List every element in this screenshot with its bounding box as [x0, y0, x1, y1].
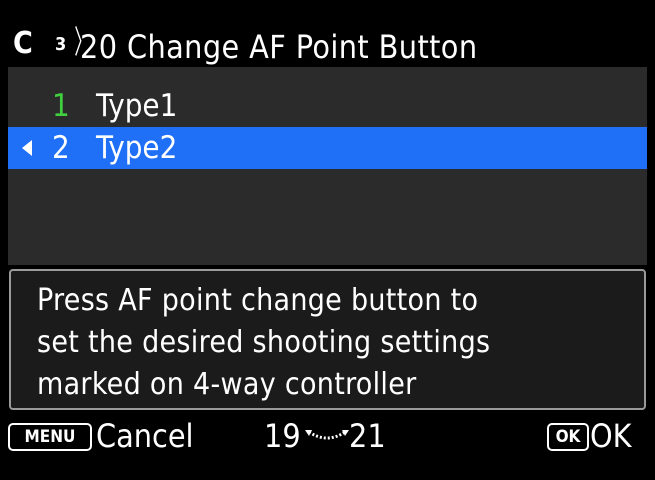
option-label: Type2 — [96, 130, 178, 166]
footer-bar: MENU Cancel 19 21 OK OK — [0, 412, 655, 480]
option-number: 2 — [52, 130, 70, 166]
help-line: marked on 4-way controller — [37, 367, 417, 402]
ok-label: OK — [590, 417, 632, 455]
options-panel: 1 Type1 2 Type2 — [8, 67, 647, 265]
title-bar: C 3 〉 20 Change AF Point Button — [0, 0, 655, 66]
option-label: Type1 — [96, 88, 178, 124]
range-end: 21 — [349, 417, 386, 455]
menu-page-number: 3 — [55, 34, 67, 55]
range-start: 19 — [264, 417, 301, 455]
option-type1[interactable]: 1 Type1 — [8, 85, 647, 127]
option-type2[interactable]: 2 Type2 — [8, 127, 647, 169]
menu-button[interactable]: MENU — [8, 423, 92, 451]
dial-icon — [305, 430, 349, 440]
left-arrow-icon — [22, 140, 32, 156]
help-line: set the desired shooting settings — [37, 325, 491, 360]
cancel-label: Cancel — [96, 417, 194, 455]
option-number: 1 — [52, 88, 70, 124]
custom-settings-icon: C — [13, 26, 33, 61]
help-line: Press AF point change button to — [37, 283, 479, 318]
ok-button[interactable]: OK — [547, 423, 589, 451]
help-text-box: Press AF point change button to set the … — [9, 269, 646, 410]
page-title: 20 Change AF Point Button — [80, 28, 478, 66]
